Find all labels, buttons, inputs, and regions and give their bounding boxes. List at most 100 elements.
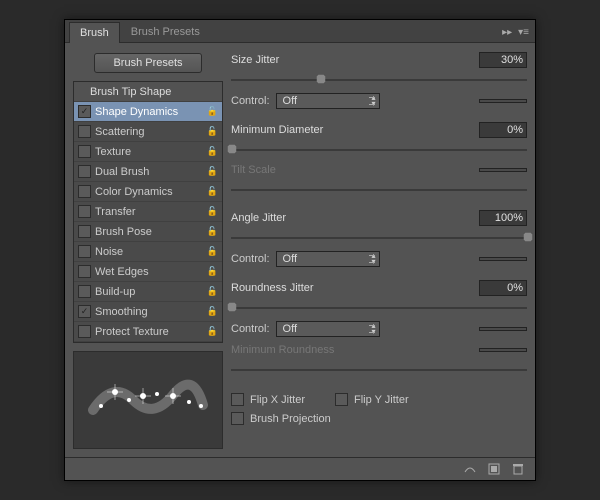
lock-icon: 🔓 xyxy=(207,126,218,137)
size-jitter-value[interactable]: 30% xyxy=(479,52,527,68)
list-item-label: Scattering xyxy=(95,126,145,138)
lock-icon: 🔓 xyxy=(207,106,218,117)
lock-icon: 🔓 xyxy=(207,246,218,257)
min-roundness-slider xyxy=(231,361,527,375)
lock-icon: 🔓 xyxy=(207,146,218,157)
lock-icon: 🔓 xyxy=(207,186,218,197)
list-item-brush-pose[interactable]: Brush Pose 🔓 xyxy=(74,222,222,242)
list-item-noise[interactable]: Noise 🔓 xyxy=(74,242,222,262)
angle-control-aux xyxy=(479,257,527,261)
panel-footer xyxy=(65,457,535,480)
cycle-icon[interactable]: ▸▸ xyxy=(502,27,512,38)
lock-icon: 🔓 xyxy=(207,266,218,277)
options-list: Brush Tip Shape Shape Dynamics🔓Scatterin… xyxy=(73,81,223,343)
roundness-jitter-slider[interactable] xyxy=(231,299,527,313)
checkbox-icon xyxy=(78,325,91,338)
list-item-label: Protect Texture xyxy=(95,326,169,338)
roundness-control-select[interactable]: Off▴▾ xyxy=(276,321,380,337)
list-item-wet-edges[interactable]: Wet Edges 🔓 xyxy=(74,262,222,282)
list-item-label: Build-up xyxy=(95,286,135,298)
checkbox-icon xyxy=(231,393,244,406)
checkbox-icon xyxy=(78,305,91,318)
flip-y-jitter-checkbox[interactable]: Flip Y Jitter xyxy=(335,393,409,406)
tab-brush[interactable]: Brush xyxy=(69,22,120,43)
list-item-dual-brush[interactable]: Dual Brush 🔓 xyxy=(74,162,222,182)
lock-icon: 🔓 xyxy=(207,206,218,217)
flip-x-label: Flip X Jitter xyxy=(250,394,305,406)
checkbox-icon xyxy=(335,393,348,406)
checkbox-icon xyxy=(78,105,91,118)
brush-presets-button[interactable]: Brush Presets xyxy=(94,53,201,73)
angle-jitter-value[interactable]: 100% xyxy=(479,210,527,226)
control-label: Control: xyxy=(231,95,270,107)
checkbox-icon xyxy=(78,185,91,198)
checkbox-icon xyxy=(78,165,91,178)
lock-icon: 🔓 xyxy=(207,306,218,317)
list-item-shape-dynamics[interactable]: Shape Dynamics 🔓 xyxy=(74,102,222,122)
size-control-select[interactable]: Off▴▾ xyxy=(276,93,380,109)
right-column: Size Jitter 30% Control: Off▴▾ Minimum Dia… xyxy=(231,51,527,449)
list-item-label: Noise xyxy=(95,246,123,258)
tab-brush-presets[interactable]: Brush Presets xyxy=(120,21,211,42)
min-roundness-label: Minimum Roundness xyxy=(231,344,351,356)
brush-tip-shape-item[interactable]: Brush Tip Shape xyxy=(74,82,222,102)
lock-icon: 🔓 xyxy=(207,286,218,297)
list-item-build-up[interactable]: Build-up 🔓 xyxy=(74,282,222,302)
tilt-scale-slider xyxy=(231,181,527,195)
checkbox-icon xyxy=(231,412,244,425)
control-label: Control: xyxy=(231,253,270,265)
list-item-label: Color Dynamics xyxy=(95,186,173,198)
toggle-preview-icon[interactable] xyxy=(463,462,477,476)
list-item-transfer[interactable]: Transfer 🔓 xyxy=(74,202,222,222)
size-jitter-label: Size Jitter xyxy=(231,54,351,66)
roundness-jitter-value[interactable]: 0% xyxy=(479,280,527,296)
list-item-label: Smoothing xyxy=(95,306,148,318)
lock-icon: 🔓 xyxy=(207,166,218,177)
list-item-smoothing[interactable]: Smoothing 🔓 xyxy=(74,302,222,322)
angle-control-select[interactable]: Off▴▾ xyxy=(276,251,380,267)
roundness-jitter-label: Roundness Jitter xyxy=(231,282,351,294)
lock-icon: 🔓 xyxy=(207,326,218,337)
list-item-scattering[interactable]: Scattering 🔓 xyxy=(74,122,222,142)
flip-x-jitter-checkbox[interactable]: Flip X Jitter xyxy=(231,393,305,406)
brush-panel: Brush Brush Presets ▸▸ ▾≡ Brush Presets … xyxy=(64,19,536,481)
list-item-color-dynamics[interactable]: Color Dynamics 🔓 xyxy=(74,182,222,202)
list-item-label: Shape Dynamics xyxy=(95,106,178,118)
min-roundness-value xyxy=(479,348,527,352)
list-item-protect-texture[interactable]: Protect Texture 🔓 xyxy=(74,322,222,342)
checkbox-icon xyxy=(78,125,91,138)
checkbox-icon xyxy=(78,245,91,258)
size-jitter-slider[interactable] xyxy=(231,71,527,85)
control-label: Control: xyxy=(231,323,270,335)
list-item-label: Dual Brush xyxy=(95,166,149,178)
min-diameter-value[interactable]: 0% xyxy=(479,122,527,138)
list-item-label: Wet Edges xyxy=(95,266,149,278)
panel-menu-icon[interactable]: ▾≡ xyxy=(518,27,529,38)
brush-projection-label: Brush Projection xyxy=(250,413,331,425)
list-item-label: Brush Pose xyxy=(95,226,152,238)
list-item-label: Transfer xyxy=(95,206,136,218)
trash-icon[interactable] xyxy=(511,462,525,476)
checkbox-icon xyxy=(78,225,91,238)
checkbox-icon xyxy=(78,285,91,298)
roundness-control-aux xyxy=(479,327,527,331)
tilt-scale-label: Tilt Scale xyxy=(231,164,351,176)
angle-jitter-slider[interactable] xyxy=(231,229,527,243)
flip-y-label: Flip Y Jitter xyxy=(354,394,409,406)
brush-preview xyxy=(73,351,223,449)
size-control-aux xyxy=(479,99,527,103)
checkbox-icon xyxy=(78,145,91,158)
brush-projection-checkbox[interactable]: Brush Projection xyxy=(231,412,527,425)
new-preset-icon[interactable] xyxy=(487,462,501,476)
min-diameter-slider[interactable] xyxy=(231,141,527,155)
list-item-label: Texture xyxy=(95,146,131,158)
list-item-texture[interactable]: Texture 🔓 xyxy=(74,142,222,162)
angle-jitter-label: Angle Jitter xyxy=(231,212,351,224)
min-diameter-label: Minimum Diameter xyxy=(231,124,351,136)
checkbox-icon xyxy=(78,265,91,278)
tilt-scale-value xyxy=(479,168,527,172)
checkbox-icon xyxy=(78,205,91,218)
left-column: Brush Presets Brush Tip Shape Shape Dyna… xyxy=(73,51,223,449)
lock-icon: 🔓 xyxy=(207,226,218,237)
tab-bar: Brush Brush Presets ▸▸ ▾≡ xyxy=(65,20,535,43)
